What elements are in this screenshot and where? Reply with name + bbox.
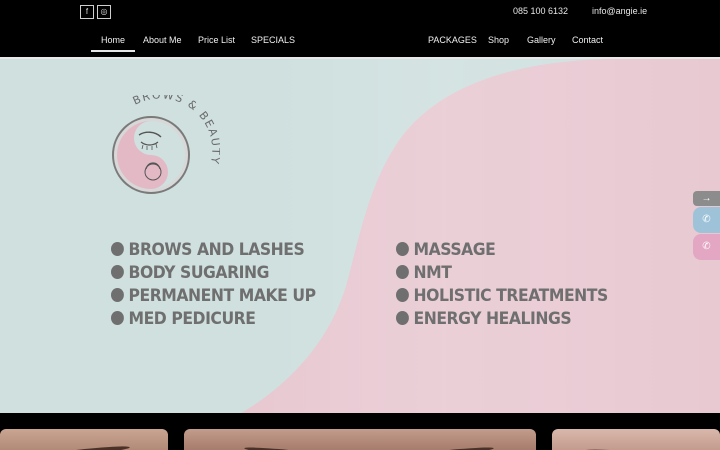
service-item: BODY SUGARING	[111, 263, 269, 283]
main-nav: Home About Me Price List SPECIALS PACKAG…	[0, 24, 720, 57]
gallery-image[interactable]	[552, 429, 720, 450]
gallery-strip	[0, 413, 720, 450]
facebook-icon[interactable]: f	[80, 5, 94, 19]
phone-link[interactable]: 085 100 6132	[513, 6, 568, 16]
service-item: PERMANENT MAKE UP	[111, 286, 316, 306]
service-item: NMT	[396, 263, 452, 283]
bullet-icon	[111, 242, 124, 256]
nav-packages[interactable]: PACKAGES	[428, 35, 477, 45]
top-bar: f ◎ 085 100 6132 info@angie.ie	[0, 0, 720, 24]
bullet-icon	[396, 265, 409, 279]
service-item: ENERGY HEALINGS	[396, 309, 572, 329]
bullet-icon	[396, 311, 409, 325]
nav-contact[interactable]: Contact	[572, 35, 603, 45]
email-link[interactable]: info@angie.ie	[592, 6, 647, 16]
eyebrow-shape	[383, 445, 495, 450]
nav-gallery[interactable]: Gallery	[527, 35, 556, 45]
nav-home[interactable]: Home	[90, 35, 136, 52]
gallery-image[interactable]	[0, 429, 168, 450]
nav-price-list[interactable]: Price List	[198, 35, 235, 45]
whatsapp-icon[interactable]: ✆	[693, 207, 720, 233]
bullet-icon	[111, 288, 124, 302]
service-item: MED PEDICURE	[111, 309, 256, 329]
service-item: MASSAGE	[396, 240, 496, 260]
nav-shop[interactable]: Shop	[488, 35, 509, 45]
gallery-image[interactable]	[184, 429, 536, 450]
eyebrow-shape	[39, 444, 131, 450]
brows-beauty-logo: BROWS & BEAUTY	[112, 95, 220, 194]
nav-about-me[interactable]: About Me	[143, 35, 182, 45]
service-item: HOLISTIC TREATMENTS	[396, 286, 608, 306]
nav-specials[interactable]: SPECIALS	[251, 35, 295, 45]
eyebrow-shape	[243, 445, 355, 450]
hero-banner: BROWS & BEAUTY BROWS AND LASHES BODY SUG…	[0, 57, 720, 413]
hero-light-overlay	[260, 59, 720, 413]
bullet-icon	[111, 265, 124, 279]
bullet-icon	[396, 242, 409, 256]
service-item: BROWS AND LASHES	[111, 240, 305, 260]
instagram-icon[interactable]: ◎	[97, 5, 111, 19]
bullet-icon	[111, 311, 124, 325]
phone-icon[interactable]: ✆	[693, 234, 720, 260]
bullet-icon	[396, 288, 409, 302]
arrow-right-icon[interactable]: →	[693, 191, 720, 206]
